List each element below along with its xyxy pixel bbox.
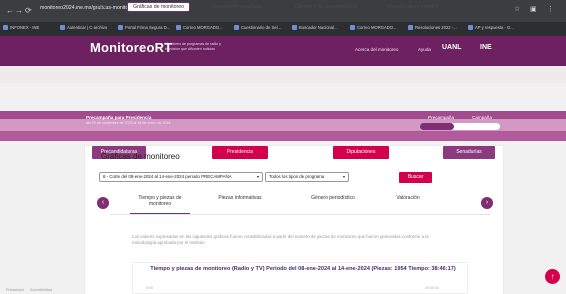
program-type-value: Todos los tipos de programa [269, 174, 325, 179]
axis-tick-right: 20:00:00 [425, 286, 439, 290]
bookmark-icon [292, 25, 297, 30]
arrow-up-icon[interactable]: ↑ [545, 269, 560, 284]
ine-logo: INE [480, 44, 492, 51]
phase-progress-track[interactable] [420, 123, 500, 130]
program-type-select[interactable]: Todos los tipos de programa ▾ [265, 172, 349, 182]
tab-valoracion[interactable]: Valoración [383, 195, 433, 201]
tabs-divider [110, 214, 490, 215]
period-select-value: 8 - Corte del 08-ene-2024 al 14-ene-2024… [103, 174, 232, 179]
back-button[interactable]: ← [6, 6, 14, 15]
category-button-diputaciones[interactable]: Diputaciones [333, 146, 389, 159]
bookmark-icon [350, 25, 355, 30]
period-title: Precampaña para Presidencia [86, 115, 152, 120]
bookmarks-bar: INFONEX - INE Autenticar | C-archivo Por… [0, 22, 566, 36]
site-header [0, 36, 566, 66]
phase-campana[interactable]: Campaña [472, 115, 492, 120]
footer-link-privacy[interactable]: Privacidad [6, 288, 24, 292]
section-title: Gráficas de monitoreo [101, 152, 180, 161]
browser-toolbar [0, 0, 566, 22]
footer-link-accessibility[interactable]: Accesibilidad [30, 288, 52, 292]
bookmark-item[interactable]: Correo MORGADO... [350, 25, 397, 30]
axis-tick-left: 0:00 [146, 286, 153, 290]
methodology-note: Los valores expresados en las siguientes… [132, 234, 429, 245]
bookmark-item[interactable]: AP y respuesta - G... [468, 25, 514, 30]
chevron-left-icon[interactable]: ‹ [97, 197, 109, 209]
nav-item-inicio[interactable]: Inicio [95, 4, 107, 10]
bookmark-icon [408, 25, 413, 30]
chevron-down-icon: ▾ [256, 174, 259, 179]
menu-icon[interactable]: ⋮ [547, 5, 554, 13]
bookmark-item[interactable]: Correo MORGADO... [176, 25, 223, 30]
nav-item-genero[interactable]: Género y no discriminación [295, 4, 358, 10]
tab-genero-periodistico[interactable]: Género periodístico [298, 195, 368, 201]
bookmark-icon [118, 25, 123, 30]
bookmark-item[interactable]: INFONEX - INE [3, 25, 39, 30]
search-button[interactable]: Buscar [399, 172, 432, 183]
bookmark-icon [468, 25, 473, 30]
forward-button[interactable]: → [15, 6, 23, 15]
nav-item-informacion[interactable]: Información detallada [212, 4, 262, 10]
reload-button[interactable]: ⟳ [25, 6, 32, 15]
chart-title: Tiempo y piezas de monitoreo (Radio y TV… [150, 266, 456, 272]
period-dates: del 20 de noviembre de 2023 al 18 de ene… [86, 121, 171, 125]
address-bar[interactable]: monitoreo2024.ine.mx/graficas-monitoreo [40, 5, 136, 11]
main-nav [0, 66, 566, 83]
category-button-presidencia[interactable]: Presidencia [212, 146, 268, 159]
phase-precampana[interactable]: Precampaña [428, 115, 454, 120]
star-icon[interactable]: ☆ [514, 5, 520, 13]
bookmark-icon [234, 25, 239, 30]
phase-progress-fill [420, 123, 454, 130]
nav-item-informes[interactable]: Informes de resultados [386, 4, 439, 10]
bookmark-item[interactable]: Cuestionario de Sel... [234, 25, 281, 30]
bookmark-icon [176, 25, 181, 30]
bookmark-item[interactable]: Buscador Nacional... [292, 25, 338, 30]
header-link-help[interactable]: Ayuda [418, 47, 431, 52]
bookmark-item[interactable]: Resoluciones 2022 -... [408, 25, 457, 30]
bookmark-item[interactable]: Portal Firma Segura D... [118, 25, 170, 30]
active-tab-indicator [130, 213, 190, 214]
bookmark-item[interactable]: Autenticar | C-archivo [60, 25, 107, 30]
bookmark-icon [60, 25, 65, 30]
period-select[interactable]: 8 - Corte del 08-ene-2024 al 14-ene-2024… [99, 172, 263, 182]
tab-tiempo-piezas[interactable]: Tiempo y piezas de monitoreo [130, 195, 190, 207]
category-button-senadurias[interactable]: Senadurías [443, 146, 495, 159]
uanl-logo: UANL [442, 44, 462, 51]
nav-item-graficas[interactable]: Gráficas de monitoreo [127, 2, 191, 12]
site-logo[interactable]: MonitoreoRT [90, 40, 172, 55]
chevron-down-icon: ▾ [342, 174, 345, 179]
bookmark-icon [3, 25, 8, 30]
chevron-right-icon[interactable]: › [481, 197, 493, 209]
extensions-icon[interactable]: ▣ [530, 5, 537, 13]
tab-piezas-informativas[interactable]: Piezas informativas [210, 195, 270, 201]
header-link-about[interactable]: Acerca del monitoreo [355, 47, 398, 52]
site-tagline: Monitoreo de programas de radio y televi… [165, 42, 221, 51]
